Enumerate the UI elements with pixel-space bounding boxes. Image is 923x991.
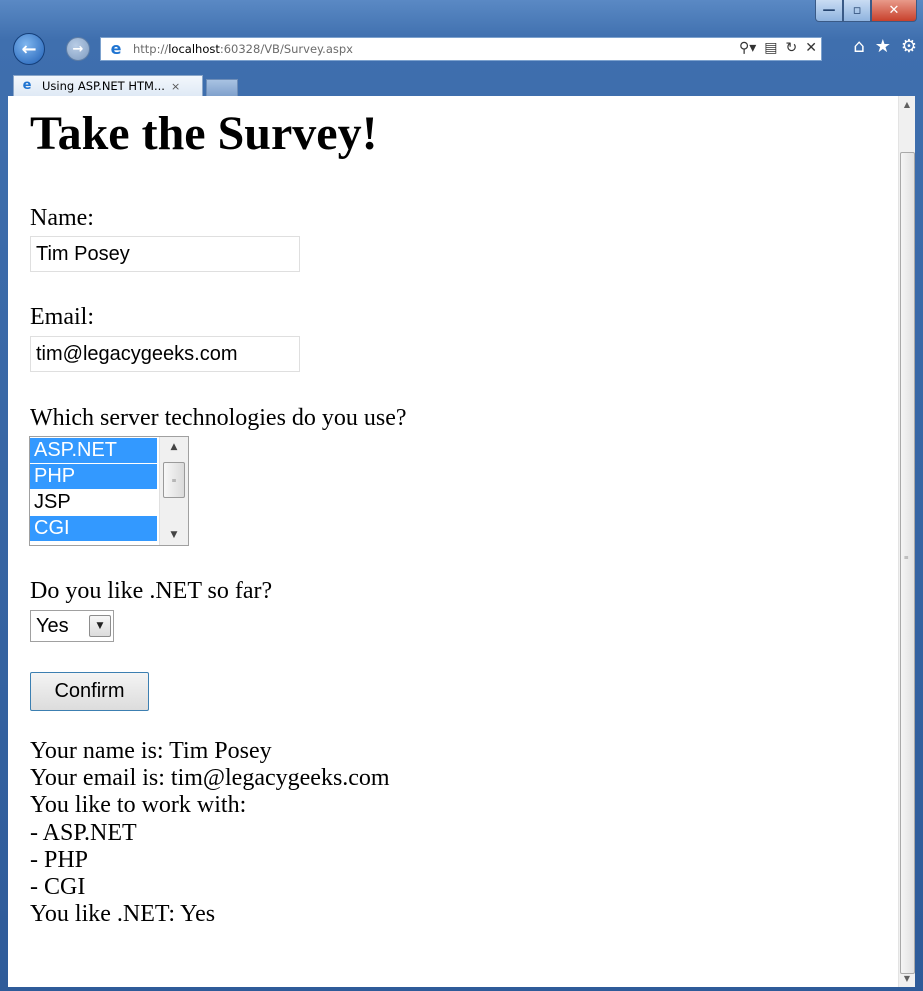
maximize-button[interactable]: ▫ — [843, 0, 871, 22]
tab-survey[interactable]: e Using ASP.NET HTM... × — [13, 75, 203, 96]
stop-icon[interactable]: ✕ — [805, 40, 817, 56]
ie-logo-icon: e — [110, 39, 122, 58]
scroll-down-icon[interactable]: ▼ — [160, 525, 188, 545]
browser-window: — ▫ ✕ ← → e http://localhost:60328/VB/Su… — [0, 0, 923, 991]
listbox-scrollbar[interactable]: ▲ ≡ ▼ — [159, 437, 188, 545]
listbox-scroll-thumb[interactable]: ≡ — [163, 462, 185, 498]
minimize-button[interactable]: — — [815, 0, 843, 22]
tab-title: Using ASP.NET HTM... — [42, 79, 165, 93]
scroll-up-icon[interactable]: ▲ — [899, 96, 915, 113]
name-input[interactable]: Tim Posey — [30, 236, 300, 272]
email-input[interactable]: tim@legacygeeks.com — [30, 336, 300, 372]
address-tools: ⚲▾ ▤ ↻ ✕ — [739, 40, 817, 56]
page-viewport: Take the Survey! Name: Tim Posey Email: … — [8, 96, 915, 987]
compat-icon[interactable]: ▤ — [764, 40, 777, 56]
result-tech-item: - ASP.NET — [30, 819, 137, 846]
tab-close-icon[interactable]: × — [171, 80, 180, 93]
tools-icon[interactable]: ⚙ — [901, 36, 917, 57]
list-option-aspnet[interactable]: ASP.NET — [30, 438, 157, 463]
search-icon[interactable]: ⚲▾ — [739, 40, 756, 56]
result-name: Your name is: Tim Posey — [30, 738, 272, 764]
list-option-php[interactable]: PHP — [30, 464, 157, 489]
refresh-icon[interactable]: ↻ — [786, 40, 798, 56]
ie-logo-icon: e — [22, 78, 32, 93]
forward-icon[interactable]: → — [66, 37, 90, 61]
results-panel: Your name is: Tim Posey Your email is: t… — [30, 738, 390, 928]
net-select[interactable]: Yes ▼ — [30, 610, 114, 642]
grip-icon: ≡ — [904, 553, 909, 562]
address-bar[interactable]: e http://localhost:60328/VB/Survey.aspx … — [100, 37, 822, 61]
result-like-net: You like .NET: Yes — [30, 901, 216, 928]
new-tab-button[interactable] — [206, 79, 238, 97]
url-text: http://localhost:60328/VB/Survey.aspx — [133, 42, 353, 56]
page-scroll-thumb[interactable]: ≡ — [900, 152, 915, 974]
list-option-cgi[interactable]: CGI — [30, 516, 157, 541]
favorites-icon[interactable]: ★ — [875, 36, 891, 57]
tech-listbox[interactable]: ASP.NET PHP JSP CGI ▲ ≡ ▼ — [29, 436, 189, 546]
page-content: Take the Survey! Name: Tim Posey Email: … — [8, 96, 898, 987]
result-work-heading: You like to work with: — [30, 792, 247, 819]
page-title: Take the Survey! — [30, 107, 378, 160]
net-label: Do you like .NET so far? — [30, 578, 273, 604]
tech-label: Which server technologies do you use? — [30, 405, 407, 431]
window-controls: — ▫ ✕ — [815, 0, 917, 22]
tab-strip: e Using ASP.NET HTM... × — [0, 71, 923, 97]
name-label: Name: — [30, 205, 94, 231]
back-icon[interactable]: ← — [13, 33, 45, 65]
result-tech-item: - CGI — [30, 874, 86, 901]
chevron-down-icon[interactable]: ▼ — [89, 615, 111, 637]
net-select-value: Yes — [36, 615, 69, 637]
page-scrollbar[interactable]: ▲ ≡ ▼ — [898, 96, 915, 987]
address-toolbar: ← → e http://localhost:60328/VB/Survey.a… — [0, 25, 923, 71]
email-label: Email: — [30, 304, 94, 330]
scroll-down-icon[interactable]: ▼ — [899, 970, 915, 987]
scroll-up-icon[interactable]: ▲ — [160, 437, 188, 457]
result-tech-item: - PHP — [30, 846, 89, 873]
confirm-button[interactable]: Confirm — [30, 672, 149, 711]
list-option-jsp[interactable]: JSP — [30, 490, 157, 515]
home-icon[interactable]: ⌂ — [853, 36, 864, 57]
command-icons: ⌂ ★ ⚙ — [853, 36, 917, 57]
close-window-button[interactable]: ✕ — [871, 0, 917, 22]
result-email: Your email is: tim@legacygeeks.com — [30, 765, 390, 792]
